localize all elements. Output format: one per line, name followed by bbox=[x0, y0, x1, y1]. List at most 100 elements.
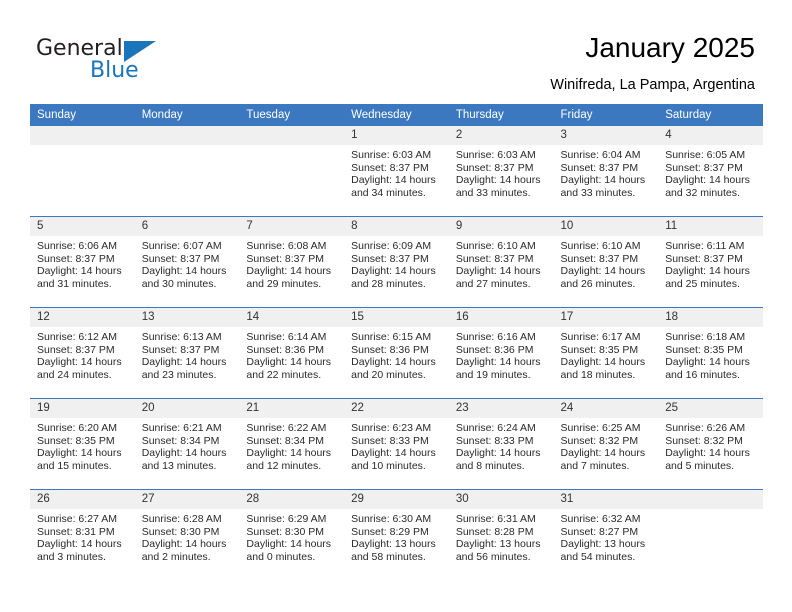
daylight-line2-text: and 27 minutes. bbox=[455, 277, 531, 290]
day-cell-2[interactable]: 2 Sunrise: 6:03 AM Sunset: 8:37 PM Daylight… bbox=[448, 126, 554, 216]
calendar-cell: 3 Sunrise: 6:04 AM Sunset: 8:37 PM Daylight… bbox=[553, 126, 659, 217]
calendar-cell: 22 Sunrise: 6:23 AM Sunset: 8:33 PM Dayligh… bbox=[344, 398, 449, 490]
sunrise-text: Sunrise: 6:10 AM bbox=[560, 240, 641, 252]
day-cell-13[interactable]: 13 Sunrise: 6:13 AM Sunset: 8:37 PM Dayligh… bbox=[134, 308, 240, 398]
sunset-text: Sunset: 8:29 PM bbox=[351, 525, 429, 538]
day-cell-18[interactable]: 18 Sunrise: 6:18 AM Sunset: 8:35 PM Dayligh… bbox=[658, 308, 763, 398]
sunrise-text: Sunrise: 6:24 AM bbox=[455, 422, 536, 434]
calendar-cell: 13 Sunrise: 6:13 AM Sunset: 8:37 PM Dayligh… bbox=[134, 307, 240, 399]
day-cell-5[interactable]: 5 Sunrise: 6:06 AM Sunset: 8:37 PM Daylight… bbox=[30, 217, 135, 307]
day-cell-20[interactable]: 20 Sunrise: 6:21 AM Sunset: 8:34 PM Dayligh… bbox=[134, 399, 240, 489]
sunrise-text: Sunrise: 6:03 AM bbox=[351, 149, 432, 161]
day-sun-info: Sunrise: 6:23 AM Sunset: 8:33 PM Daylight:… bbox=[344, 418, 449, 472]
day-cell-8[interactable]: 8 Sunrise: 6:09 AM Sunset: 8:37 PM Daylight… bbox=[344, 217, 449, 307]
daylight-line2-text: and 31 minutes. bbox=[37, 277, 112, 290]
day-number: 24 bbox=[553, 399, 659, 418]
day-sun-info: Sunrise: 6:28 AM Sunset: 8:30 PM Daylight:… bbox=[135, 509, 240, 563]
day-sun-info: Sunrise: 6:24 AM Sunset: 8:33 PM Daylight:… bbox=[449, 418, 554, 472]
day-cell-17[interactable]: 17 Sunrise: 6:17 AM Sunset: 8:35 PM Dayligh… bbox=[553, 308, 659, 398]
calendar-cell: 6 Sunrise: 6:07 AM Sunset: 8:37 PM Daylight… bbox=[134, 216, 240, 308]
weekday-header-tuesday: Tuesday bbox=[239, 104, 345, 126]
day-number: 7 bbox=[239, 217, 345, 236]
day-cell-16[interactable]: 16 Sunrise: 6:16 AM Sunset: 8:36 PM Dayligh… bbox=[448, 308, 554, 398]
sunrise-text: Sunrise: 6:26 AM bbox=[665, 422, 746, 434]
sunset-text: Sunset: 8:34 PM bbox=[246, 434, 325, 447]
calendar-cell: 29 Sunrise: 6:30 AM Sunset: 8:29 PM Dayligh… bbox=[344, 489, 449, 580]
weekday-header-row: Sunday Monday Tuesday Wednesday Thursday Frid… bbox=[30, 104, 763, 126]
day-cell-11[interactable]: 11 Sunrise: 6:11 AM Sunset: 8:37 PM Dayligh… bbox=[658, 217, 763, 307]
day-cell-28[interactable]: 28 Sunrise: 6:29 AM Sunset: 8:30 PM Dayligh… bbox=[239, 490, 345, 580]
day-number: 12 bbox=[30, 308, 135, 327]
sunset-text: Sunset: 8:32 PM bbox=[665, 434, 743, 447]
sunset-text: Sunset: 8:37 PM bbox=[455, 161, 534, 174]
calendar-body: 1 Sunrise: 6:03 AM Sunset: 8:37 PM Daylight… bbox=[30, 126, 763, 580]
day-cell-19[interactable]: 19 Sunrise: 6:20 AM Sunset: 8:35 PM Dayligh… bbox=[30, 399, 135, 489]
day-sun-info: Sunrise: 6:20 AM Sunset: 8:35 PM Daylight:… bbox=[30, 418, 135, 472]
day-cell-1[interactable]: 1 Sunrise: 6:03 AM Sunset: 8:37 PM Daylight… bbox=[344, 126, 449, 216]
day-cell-25[interactable]: 25 Sunrise: 6:26 AM Sunset: 8:32 PM Dayligh… bbox=[658, 399, 763, 489]
day-number: 26 bbox=[30, 490, 135, 509]
day-cell-22[interactable]: 22 Sunrise: 6:23 AM Sunset: 8:33 PM Dayligh… bbox=[344, 399, 449, 489]
day-cell-23[interactable]: 23 Sunrise: 6:24 AM Sunset: 8:33 PM Dayligh… bbox=[448, 399, 554, 489]
sunset-text: Sunset: 8:36 PM bbox=[455, 343, 534, 356]
day-cell-27[interactable]: 27 Sunrise: 6:28 AM Sunset: 8:30 PM Dayligh… bbox=[134, 490, 240, 580]
calendar-cell bbox=[30, 126, 135, 217]
sunset-text: Sunset: 8:30 PM bbox=[246, 525, 325, 538]
day-cell-empty bbox=[239, 126, 345, 216]
daylight-line1-text: Daylight: 14 hours bbox=[246, 447, 332, 460]
sunrise-text: Sunrise: 6:11 AM bbox=[665, 240, 745, 252]
day-cell-26[interactable]: 26 Sunrise: 6:27 AM Sunset: 8:31 PM Dayligh… bbox=[30, 490, 135, 580]
daylight-line2-text: and 32 minutes. bbox=[665, 186, 740, 199]
sunset-text: Sunset: 8:37 PM bbox=[665, 252, 743, 265]
calendar-week-row: 1 Sunrise: 6:03 AM Sunset: 8:37 PM Daylight… bbox=[30, 126, 763, 217]
day-cell-14[interactable]: 14 Sunrise: 6:14 AM Sunset: 8:36 PM Dayligh… bbox=[239, 308, 345, 398]
sunset-text: Sunset: 8:36 PM bbox=[351, 343, 429, 356]
sunset-text: Sunset: 8:31 PM bbox=[37, 525, 115, 538]
daylight-line1-text: Daylight: 14 hours bbox=[455, 265, 541, 278]
day-number: 21 bbox=[239, 399, 345, 418]
logo-text-blue: Blue bbox=[90, 58, 139, 83]
daylight-line2-text: and 5 minutes. bbox=[665, 459, 735, 472]
day-cell-4[interactable]: 4 Sunrise: 6:05 AM Sunset: 8:37 PM Daylight… bbox=[658, 126, 763, 216]
day-cell-10[interactable]: 10 Sunrise: 6:10 AM Sunset: 8:37 PM Dayligh… bbox=[553, 217, 659, 307]
day-sun-info: Sunrise: 6:11 AM Sunset: 8:37 PM Daylight:… bbox=[658, 236, 763, 290]
daylight-line2-text: and 23 minutes. bbox=[141, 368, 217, 381]
sunset-text: Sunset: 8:37 PM bbox=[141, 252, 220, 265]
day-cell-7[interactable]: 7 Sunrise: 6:08 AM Sunset: 8:37 PM Daylight… bbox=[239, 217, 345, 307]
daylight-line2-text: and 2 minutes. bbox=[141, 550, 211, 563]
sunset-text: Sunset: 8:37 PM bbox=[246, 252, 325, 265]
day-cell-9[interactable]: 9 Sunrise: 6:10 AM Sunset: 8:37 PM Daylight… bbox=[448, 217, 554, 307]
day-cell-12[interactable]: 12 Sunrise: 6:12 AM Sunset: 8:37 PM Dayligh… bbox=[30, 308, 135, 398]
daylight-line2-text: and 12 minutes. bbox=[246, 459, 322, 472]
calendar-week-row: 26 Sunrise: 6:27 AM Sunset: 8:31 PM Dayligh… bbox=[30, 489, 763, 580]
sunrise-text: Sunrise: 6:17 AM bbox=[560, 331, 641, 343]
daylight-line2-text: and 19 minutes. bbox=[455, 368, 531, 381]
day-cell-21[interactable]: 21 Sunrise: 6:22 AM Sunset: 8:34 PM Dayligh… bbox=[239, 399, 345, 489]
sunrise-text: Sunrise: 6:10 AM bbox=[455, 240, 536, 252]
general-blue-logo[interactable]: General Blue bbox=[36, 36, 166, 86]
day-cell-6[interactable]: 6 Sunrise: 6:07 AM Sunset: 8:37 PM Daylight… bbox=[134, 217, 240, 307]
day-sun-info: Sunrise: 6:29 AM Sunset: 8:30 PM Daylight:… bbox=[239, 509, 344, 563]
calendar-cell: 24 Sunrise: 6:25 AM Sunset: 8:32 PM Dayligh… bbox=[553, 398, 659, 490]
daylight-line2-text: and 3 minutes. bbox=[37, 550, 106, 563]
day-cell-31[interactable]: 31 Sunrise: 6:32 AM Sunset: 8:27 PM Dayligh… bbox=[553, 490, 659, 580]
day-cell-24[interactable]: 24 Sunrise: 6:25 AM Sunset: 8:32 PM Dayligh… bbox=[553, 399, 659, 489]
day-cell-3[interactable]: 3 Sunrise: 6:04 AM Sunset: 8:37 PM Daylight… bbox=[553, 126, 659, 216]
daylight-line1-text: Daylight: 13 hours bbox=[560, 538, 646, 551]
daylight-line2-text: and 34 minutes. bbox=[351, 186, 426, 199]
day-cell-15[interactable]: 15 Sunrise: 6:15 AM Sunset: 8:36 PM Dayligh… bbox=[344, 308, 449, 398]
daylight-line2-text: and 0 minutes. bbox=[246, 550, 316, 563]
sunrise-text: Sunrise: 6:03 AM bbox=[455, 149, 536, 161]
daylight-line2-text: and 8 minutes. bbox=[455, 459, 525, 472]
calendar-cell: 12 Sunrise: 6:12 AM Sunset: 8:37 PM Dayligh… bbox=[30, 307, 135, 399]
day-cell-29[interactable]: 29 Sunrise: 6:30 AM Sunset: 8:29 PM Dayligh… bbox=[344, 490, 449, 580]
day-sun-info: Sunrise: 6:30 AM Sunset: 8:29 PM Daylight:… bbox=[344, 509, 449, 563]
sunrise-text: Sunrise: 6:22 AM bbox=[246, 422, 327, 434]
calendar-cell: 7 Sunrise: 6:08 AM Sunset: 8:37 PM Daylight… bbox=[239, 216, 345, 308]
day-cell-30[interactable]: 30 Sunrise: 6:31 AM Sunset: 8:28 PM Dayligh… bbox=[448, 490, 554, 580]
daylight-line2-text: and 15 minutes. bbox=[37, 459, 112, 472]
daylight-line2-text: and 20 minutes. bbox=[351, 368, 426, 381]
daylight-line2-text: and 7 minutes. bbox=[560, 459, 630, 472]
day-sun-info: Sunrise: 6:03 AM Sunset: 8:37 PM Daylight:… bbox=[344, 145, 449, 199]
calendar-cell: 19 Sunrise: 6:20 AM Sunset: 8:35 PM Dayligh… bbox=[30, 398, 135, 490]
